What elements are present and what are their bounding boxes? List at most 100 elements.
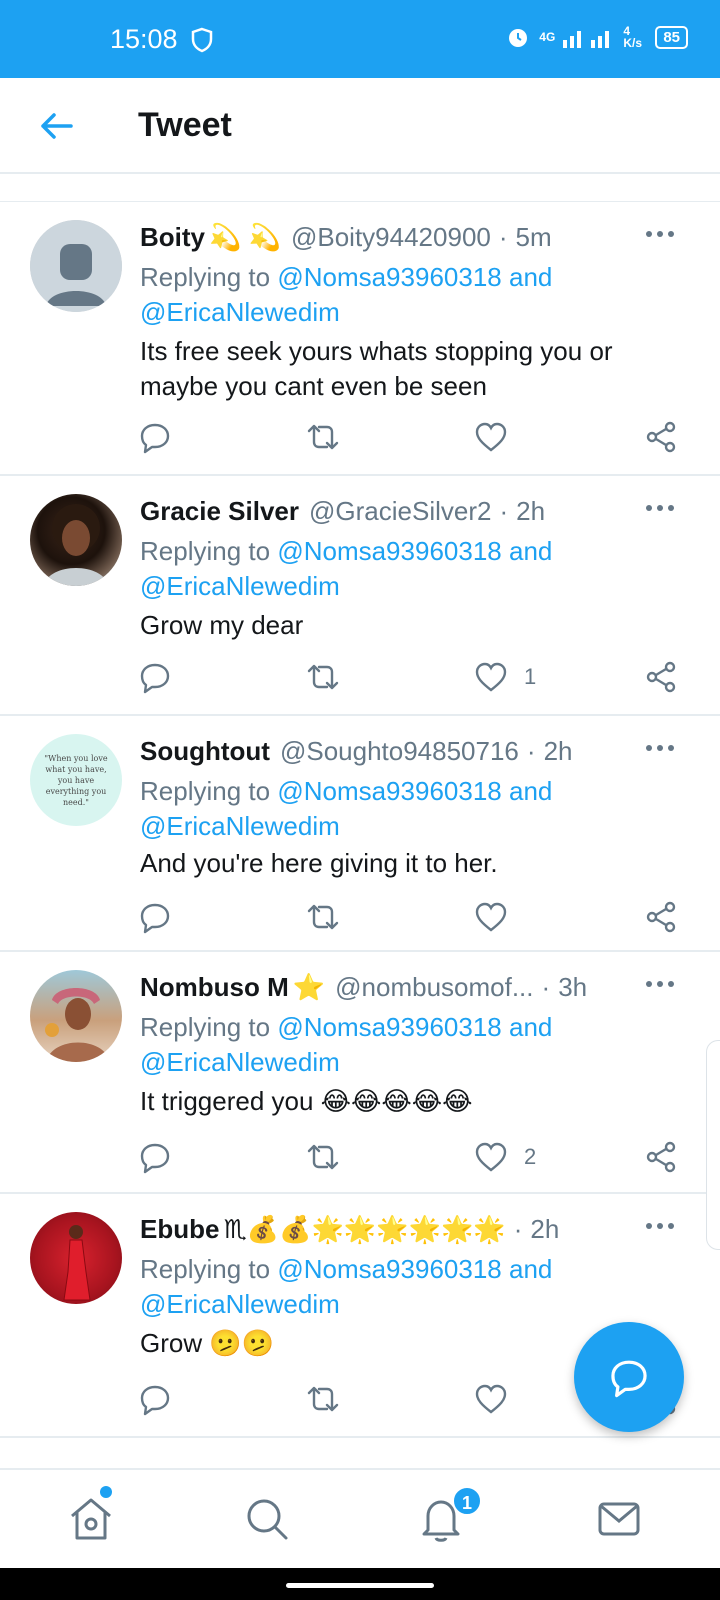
mention-link[interactable]: @Nomsa93960318 [277,776,501,806]
tweet-actions [0,420,720,460]
home-unread-dot [100,1486,112,1498]
signal-icon [563,31,610,48]
share-icon[interactable] [644,900,678,934]
mention-link[interactable]: @EricaNlewedim [140,811,340,841]
reply-icon[interactable] [138,660,172,694]
reply-icon[interactable] [138,1382,172,1416]
profile-photo [44,504,108,586]
status-time: 15:08 [110,24,178,54]
back-button[interactable] [34,106,78,146]
author-handle: @nombusomof... [335,972,534,1002]
reply-icon[interactable] [138,900,172,934]
like-count: 2 [524,1144,537,1169]
retweet-icon[interactable] [306,1382,340,1416]
tweet-time: 3h [558,972,588,1002]
tweet-header: Ebube ♏💰💰🌟🌟🌟🌟🌟🌟 · 2h [140,1214,560,1245]
nav-home-icon[interactable] [64,1492,118,1546]
app-bar: Tweet [0,78,720,174]
partial-previous-tweet [0,174,720,202]
tweet-header: Nombuso M ⭐ @nombusomof... · 3h [140,972,588,1003]
tweet-time: 2h [543,736,573,766]
tweet-time: 2h [530,1214,560,1244]
tweet-text: Grow my dear [140,610,304,640]
replying-to: Replying to @Nomsa93960318 and @EricaNle… [140,1254,553,1319]
avatar[interactable] [30,1212,122,1304]
more-options-icon[interactable] [646,974,680,994]
more-options-icon[interactable] [646,1216,680,1236]
mention-link[interactable]: @Nomsa93960318 [277,1254,501,1284]
mention-link[interactable]: @EricaNlewedim [140,297,340,327]
more-options-icon[interactable] [646,498,680,518]
default-avatar-icon [30,220,122,312]
share-icon[interactable] [644,420,678,454]
tweet-actions: 1 [0,660,720,700]
tweet-text: Its free seek yours whats stopping you o… [140,336,613,401]
network-type: 4G [539,30,556,44]
name-emoji: 💫 💫 [209,222,281,252]
author-handle: @Soughto94850716 [279,736,519,766]
notification-badge: 1 [452,1486,482,1516]
battery-indicator: 85 [655,25,688,49]
more-options-icon[interactable] [646,224,680,244]
nav-messages-icon[interactable] [592,1492,646,1546]
retweet-icon[interactable] [306,1140,340,1174]
retweet-icon[interactable] [306,900,340,934]
reply-icon[interactable] [138,420,172,454]
shield-icon [191,27,213,53]
replying-to: Replying to @Nomsa93960318 and @EricaNle… [140,1012,553,1077]
name-emoji: ♏💰💰🌟🌟🌟🌟🌟🌟 [223,1214,506,1244]
author-name[interactable]: Gracie Silver [140,496,299,527]
alarm-icon [509,29,528,47]
mention-link[interactable]: @Nomsa93960318 [277,1012,501,1042]
reply-compose-button[interactable] [574,1322,684,1432]
like-icon[interactable] [474,1382,508,1416]
tweet-text: And you're here giving it to her. [140,848,498,878]
mention-link[interactable]: @EricaNlewedim [140,571,340,601]
tweet-time: 5m [515,222,552,252]
tweet[interactable]: Nombuso M ⭐ @nombusomof... · 3h Replying… [0,952,720,1194]
nav-search-icon[interactable] [240,1492,294,1546]
tweet-time: 2h [516,496,546,526]
reply-icon[interactable] [138,1140,172,1174]
tweet[interactable]: Gracie Silver @GracieSilver2 · 2h Replyi… [0,476,720,716]
profile-photo [63,1225,91,1301]
mention-link[interactable]: @EricaNlewedim [140,1047,340,1077]
avatar[interactable]: "When you love what you have, you have e… [30,734,122,826]
author-name[interactable]: Nombuso M [140,972,289,1003]
tweet[interactable]: "When you love what you have, you have e… [0,716,720,952]
mention-link[interactable]: @Nomsa93960318 [277,262,501,292]
tweet-header: Gracie Silver @GracieSilver2 · 2h [140,496,546,527]
retweet-icon[interactable] [306,420,340,454]
status-bar: 15:08 4G 4 K/s 85 [0,0,720,78]
compose-reply-icon [611,1360,647,1398]
avatar[interactable] [30,970,122,1062]
replying-to: Replying to @Nomsa93960318 and @EricaNle… [140,776,553,841]
tweet-text: It triggered you 😂😂😂😂😂 [140,1086,473,1116]
tweet-header: Soughtout @Soughto94850716 · 2h [140,736,573,767]
share-icon[interactable] [644,660,678,694]
author-name[interactable]: Boity [140,222,205,253]
avatar[interactable] [30,220,122,312]
author-handle: @GracieSilver2 [309,496,492,526]
page-title: Tweet [138,106,232,144]
profile-photo [45,988,110,1062]
edge-panel-handle[interactable] [706,1040,720,1250]
mention-link[interactable]: @Nomsa93960318 [277,536,501,566]
more-options-icon[interactable] [646,738,680,758]
tweet[interactable]: Boity 💫 💫 @Boity94420900 · 5m Replying t… [0,202,720,476]
tweet-header: Boity 💫 💫 @Boity94420900 · 5m [140,222,552,253]
like-icon[interactable] [474,660,508,694]
mention-link[interactable]: @EricaNlewedim [140,1289,340,1319]
share-icon[interactable] [644,1140,678,1174]
replying-to: Replying to @Nomsa93960318 and @EricaNle… [140,262,553,327]
name-emoji: ⭐ [292,972,326,1002]
author-name[interactable]: Soughtout [140,736,270,767]
author-handle: @Boity94420900 [290,222,491,252]
retweet-icon[interactable] [306,660,340,694]
like-icon[interactable] [474,1140,508,1174]
avatar[interactable] [30,494,122,586]
like-icon[interactable] [474,900,508,934]
home-gesture-pill[interactable] [286,1583,434,1588]
author-name[interactable]: Ebube [140,1214,219,1245]
like-icon[interactable] [474,420,508,454]
